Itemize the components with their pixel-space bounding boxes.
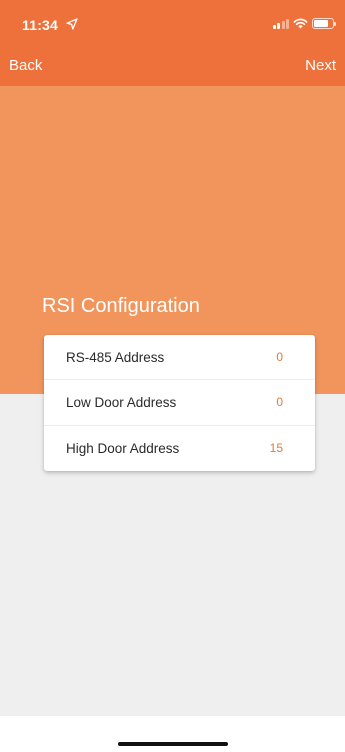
status-icons: [273, 18, 336, 29]
rs485-address-value: 0: [276, 350, 283, 365]
rs485-address-label: RS-485 Address: [66, 349, 165, 365]
high-door-address-label: High Door Address: [66, 440, 180, 456]
wifi-icon: [293, 18, 308, 29]
bottom-safe-area: [0, 716, 345, 752]
page-title: RSI Configuration: [42, 295, 200, 317]
low-door-address-row[interactable]: Low Door Address 0: [44, 380, 315, 426]
back-button[interactable]: Back: [9, 57, 42, 74]
low-door-address-value: 0: [276, 395, 283, 410]
rs485-address-row[interactable]: RS-485 Address 0: [44, 335, 315, 381]
app-screen: 11:34 Back Next RSI Configuration RS-485…: [0, 0, 345, 752]
next-button[interactable]: Next: [305, 57, 336, 74]
high-door-address-row[interactable]: High Door Address 15: [44, 426, 315, 471]
low-door-address-label: Low Door Address: [66, 394, 177, 410]
cellular-signal-icon: [273, 18, 289, 29]
high-door-address-value: 15: [269, 441, 283, 456]
location-arrow-icon: [66, 18, 78, 30]
configuration-card: RS-485 Address 0 Low Door Address 0 High…: [44, 335, 315, 471]
navigation-header: 11:34 Back Next: [0, 0, 345, 86]
battery-icon: [312, 18, 336, 29]
status-time: 11:34: [22, 17, 59, 33]
home-indicator[interactable]: [118, 742, 228, 746]
status-bar: 11:34: [0, 0, 345, 40]
